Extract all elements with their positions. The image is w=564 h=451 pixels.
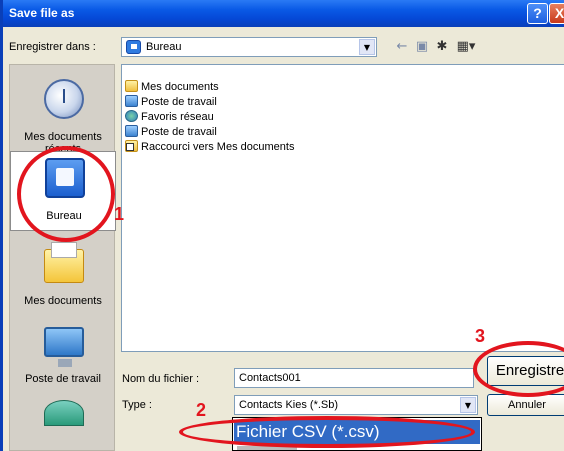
documents-folder-icon xyxy=(44,242,84,283)
type-value: Contacts Kies (*.Sb) xyxy=(239,399,339,411)
annotation-step-3: 3 xyxy=(475,326,486,346)
place-documents[interactable]: Mes documents xyxy=(10,237,116,317)
annotation-circle-csv xyxy=(179,416,475,448)
annotation-step-1: 1 xyxy=(114,204,125,224)
close-button[interactable]: X xyxy=(549,3,564,24)
list-item-label: Poste de travail xyxy=(141,126,217,138)
save-in-combo[interactable]: Bureau ▼ xyxy=(121,37,377,57)
shortcut-folder-icon xyxy=(125,140,138,152)
list-item[interactable]: Poste de travail xyxy=(125,125,217,139)
place-label: Poste de travail xyxy=(25,373,101,385)
annotation-circle-desktop xyxy=(17,146,115,242)
window-title: Save file as xyxy=(9,6,75,20)
help-button[interactable]: ? xyxy=(527,3,548,24)
type-select[interactable]: Contacts Kies (*.Sb) ▼ xyxy=(234,395,478,415)
title-bar: Save file as ? X xyxy=(3,0,564,27)
up-folder-icon[interactable]: ▣ xyxy=(413,39,431,55)
views-menu-icon[interactable]: ▦▾ xyxy=(453,39,479,55)
cancel-button[interactable]: Annuler xyxy=(487,394,564,416)
annotation-circle-save xyxy=(473,341,564,397)
list-item[interactable]: Raccourci vers Mes documents xyxy=(125,140,294,154)
recent-icon xyxy=(44,79,84,119)
new-folder-icon[interactable]: ✱ xyxy=(433,39,451,55)
annotation-step-2: 2 xyxy=(196,400,207,420)
desktop-icon xyxy=(126,40,141,54)
computer-icon xyxy=(125,95,138,107)
back-icon[interactable]: ← xyxy=(393,39,411,55)
list-item-label: Mes documents xyxy=(141,81,219,93)
filename-input[interactable]: Contacts001 xyxy=(234,368,474,388)
type-label: Type : xyxy=(122,399,152,411)
network-icon xyxy=(125,110,138,122)
network-icon xyxy=(44,400,84,426)
chevron-down-icon[interactable]: ▼ xyxy=(359,39,375,55)
list-item-label: Raccourci vers Mes documents xyxy=(141,141,295,153)
place-network[interactable] xyxy=(10,390,116,451)
place-recent[interactable]: Mes documents récents xyxy=(10,73,116,155)
save-dialog: Save file as ? X Enregistrer dans : Bure… xyxy=(0,0,564,451)
shortcut-icon xyxy=(125,125,138,137)
folder-icon xyxy=(125,80,138,92)
computer-icon xyxy=(44,327,84,367)
list-item[interactable]: Favoris réseau xyxy=(125,110,214,124)
list-item[interactable]: Mes documents xyxy=(125,80,219,94)
save-in-value: Bureau xyxy=(146,41,182,53)
list-item[interactable]: Poste de travail xyxy=(125,95,217,109)
places-bar: Mes documents récents Bureau Mes documen… xyxy=(9,64,116,451)
chevron-down-icon[interactable]: ▼ xyxy=(460,397,476,413)
place-label: Mes documents xyxy=(24,295,102,307)
file-list[interactable]: Mes documents Poste de travail Favoris r… xyxy=(121,64,564,352)
filename-label: Nom du fichier : xyxy=(122,373,200,385)
save-in-label: Enregistrer dans : xyxy=(9,41,96,53)
list-item-label: Favoris réseau xyxy=(141,111,214,123)
place-computer[interactable]: Poste de travail xyxy=(10,315,116,395)
list-item-label: Poste de travail xyxy=(141,96,217,108)
